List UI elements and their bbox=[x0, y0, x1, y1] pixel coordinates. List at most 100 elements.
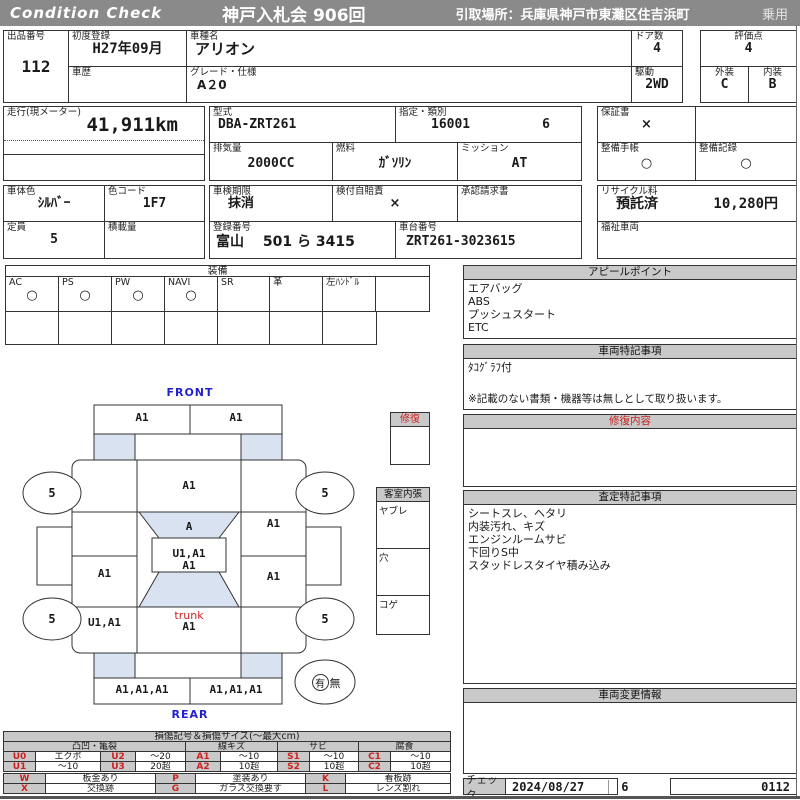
inspection-value: 抹消 bbox=[228, 196, 255, 211]
first-registration-cell: 初度登録 H27年09月 bbox=[68, 30, 187, 67]
condition-check-sheet: Condition Check 神戸入札会 906回 引取場所：兵庫県神戸市東灘… bbox=[0, 0, 800, 800]
history-cell: 車歴 bbox=[68, 66, 187, 103]
vehicle-notes-title: 車両特記事項 bbox=[464, 345, 796, 359]
vin-label: 車台番号 bbox=[399, 222, 438, 233]
spare-no-mark: 無 bbox=[329, 676, 341, 690]
doors-value: 4 bbox=[653, 41, 661, 56]
maintenance-record-value: ○ bbox=[740, 156, 752, 171]
equipment-ps: PS ○ bbox=[58, 276, 112, 312]
drive-value: 2WD bbox=[645, 77, 669, 92]
page-right-border bbox=[796, 26, 797, 796]
legend-code: U1 bbox=[3, 761, 36, 772]
equipment-pw-mark: ○ bbox=[132, 288, 144, 303]
appeal-line: ABS bbox=[468, 295, 490, 308]
warranty-cell: 保証書 × bbox=[597, 106, 696, 143]
legend-size: 20超 bbox=[135, 761, 186, 772]
assessment-line: エンジンルームサビ bbox=[468, 533, 567, 546]
damage-left-rear-door: A1 bbox=[97, 567, 112, 580]
model-code-cell: 型式 DBA-ZRT261 bbox=[209, 106, 396, 143]
legend-desc: レンズ割れ bbox=[345, 783, 451, 794]
history-label: 車歴 bbox=[72, 67, 92, 78]
front-label: FRONT bbox=[166, 386, 214, 399]
fuel-value: ｶﾞｿﾘﾝ bbox=[378, 156, 412, 171]
doors-cell: ドア数 4 bbox=[631, 30, 683, 67]
approval-cell: 承認請求書 bbox=[457, 185, 582, 222]
repair-detail-title: 修復内容 bbox=[464, 415, 796, 429]
wheel-rear-left: 5 bbox=[48, 612, 56, 626]
displacement-value: 2000CC bbox=[247, 156, 295, 171]
displacement-cell: 排気量 2000CC bbox=[209, 142, 333, 181]
transmission-label: ミッション bbox=[461, 143, 509, 154]
type-number-value: 16001 bbox=[431, 117, 471, 132]
appeal-line: エアバッグ bbox=[468, 282, 523, 295]
type-class-label: 指定・類別 bbox=[399, 107, 447, 118]
exterior-grade-cell: 外装 C bbox=[700, 66, 749, 103]
model-code-value: DBA-ZRT261 bbox=[218, 117, 297, 132]
lot-number-value: 112 bbox=[21, 57, 51, 76]
plate-number-value: 富山 501 ら 3415 bbox=[216, 234, 355, 250]
check-number: 0112 bbox=[761, 779, 790, 794]
repair-detail-panel: 修復内容 bbox=[463, 414, 797, 487]
vin-cell: 車台番号 ZRT261-3023615 bbox=[395, 221, 582, 259]
equipment-navi-mark: ○ bbox=[185, 288, 197, 303]
body-color-value: ｼﾙﾊﾞｰ bbox=[37, 196, 71, 211]
legend-code: A2 bbox=[185, 761, 221, 772]
assessment-notes-panel: 査定特記事項 シートスレ、ヘタリ 内装汚れ、キズ エンジンルームサビ 下回りS中… bbox=[463, 490, 797, 684]
car-diagram bbox=[22, 404, 356, 705]
equipment-sr: SR bbox=[217, 276, 270, 312]
damage-front-bumper-left: A1 bbox=[135, 411, 149, 424]
assessment-line: 下回りS中 bbox=[468, 546, 519, 559]
recycle-fee-value: 10,280円 bbox=[713, 196, 778, 212]
equipment-empty-cell bbox=[217, 311, 270, 345]
maintenance-book-cell: 整備手帳 ○ bbox=[597, 142, 696, 181]
vin-value: ZRT261-3023615 bbox=[406, 234, 516, 249]
assessment-notes-title: 査定特記事項 bbox=[464, 491, 796, 505]
welfare-label: 福祉車両 bbox=[601, 222, 640, 233]
equipment-ac: AC ○ bbox=[5, 276, 59, 312]
load-capacity-cell: 積載量 bbox=[104, 221, 205, 259]
spare-yes-mark: 有 bbox=[311, 674, 329, 691]
capacity-value: 5 bbox=[50, 232, 58, 247]
equipment-ps-mark: ○ bbox=[79, 288, 91, 303]
appeal-points-title: アピールポイント bbox=[464, 266, 796, 280]
score-cell: 評価点 4 bbox=[700, 30, 797, 67]
assessment-line: スタッドレスタイヤ積み込み bbox=[468, 559, 611, 572]
displacement-label: 排気量 bbox=[213, 143, 242, 154]
body-color-cell: 車体色 ｼﾙﾊﾞｰ bbox=[3, 185, 105, 222]
plate-number-cell: 登録番号 富山 501 ら 3415 bbox=[209, 221, 396, 259]
rear-label: REAR bbox=[171, 708, 209, 721]
transmission-value: AT bbox=[511, 156, 528, 171]
legend-desc: ガラス交換要す bbox=[195, 783, 306, 794]
lot-number-label: 出品番号 bbox=[7, 31, 46, 42]
legend-size: 10超 bbox=[390, 761, 451, 772]
maintenance-book-label: 整備手帳 bbox=[601, 143, 640, 154]
auction-title: 神戸入札会 906回 bbox=[222, 5, 366, 26]
vehicle-note-line: ﾀｺｸﾞﾗﾌ付 bbox=[468, 361, 512, 374]
interior-grade-value: B bbox=[768, 77, 777, 92]
fuel-label: 燃料 bbox=[336, 143, 356, 154]
page-bottom-border bbox=[0, 796, 800, 799]
damage-trunk: A1 bbox=[182, 620, 196, 633]
equipment-pw: PW ○ bbox=[111, 276, 165, 312]
check-date-cell: 2024/08/27 6 bbox=[505, 778, 628, 795]
legend-code: U3 bbox=[100, 761, 136, 772]
maintenance-record-cell: 整備記録 ○ bbox=[695, 142, 797, 181]
warranty-value: × bbox=[641, 117, 652, 132]
legend-code: S2 bbox=[277, 761, 310, 772]
equipment-empty-cell bbox=[58, 311, 112, 345]
equipment-empty-cell bbox=[111, 311, 165, 345]
pickup-location: 引取場所：兵庫県神戸市東灘区住吉浜町 bbox=[455, 7, 690, 23]
plate-number-label: 登録番号 bbox=[213, 222, 252, 233]
color-code-cell: 色コード 1F7 bbox=[104, 185, 205, 222]
legend-desc: 交換跡 bbox=[45, 783, 156, 794]
wheel-front-right: 5 bbox=[321, 486, 329, 500]
fuel-cell: 燃料 ｶﾞｿﾘﾝ bbox=[332, 142, 458, 181]
recycle-status-value: 預託済 bbox=[616, 196, 658, 212]
equipment-empty-cell bbox=[5, 311, 59, 345]
damage-left-quarter: U1,A1 bbox=[87, 616, 122, 629]
equipment-ac-mark: ○ bbox=[26, 288, 38, 303]
insurance-value: × bbox=[389, 196, 401, 211]
lot-number-cell: 出品番号 112 bbox=[3, 30, 69, 103]
change-info-panel: 車両変更情報 bbox=[463, 688, 797, 774]
maintenance-book-value: ○ bbox=[640, 156, 653, 171]
